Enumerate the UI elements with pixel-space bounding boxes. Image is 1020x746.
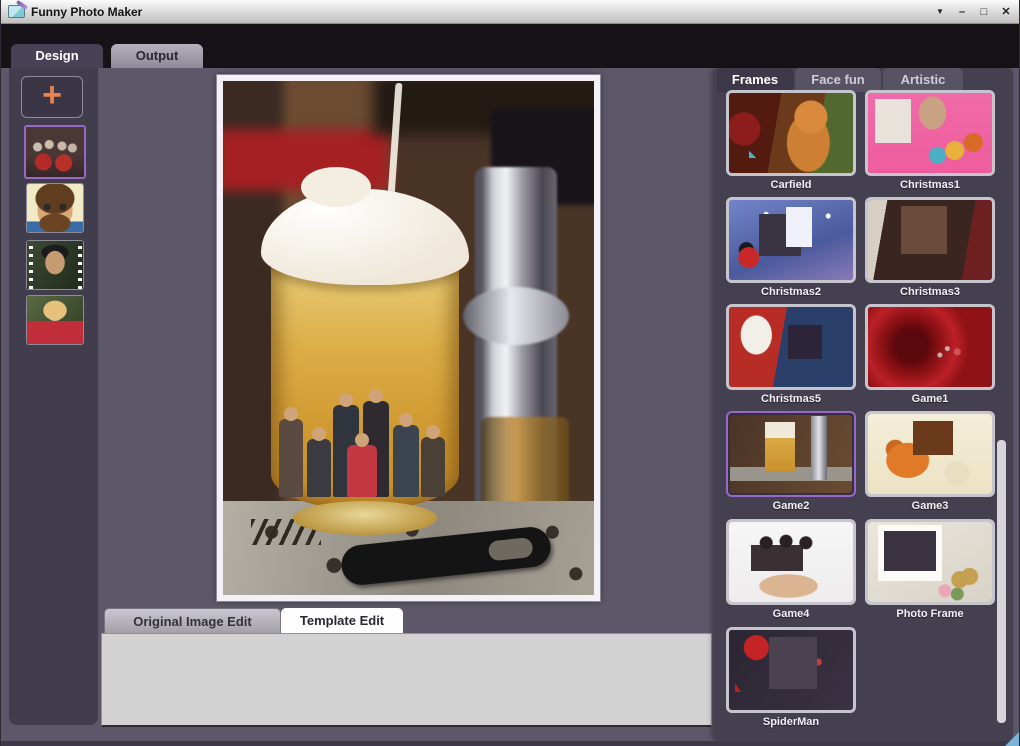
frame-thumbnail-christmas5[interactable]: Christmas5 bbox=[726, 304, 856, 405]
preview-frame bbox=[216, 74, 601, 602]
window-title: Funny Photo Maker bbox=[31, 4, 143, 19]
window-bottom-border bbox=[1, 741, 1019, 746]
frame-label: Christmas1 bbox=[900, 179, 960, 191]
add-photo-button[interactable]: + bbox=[21, 76, 83, 118]
frame-thumbnail-christmas3[interactable]: Christmas3 bbox=[865, 197, 995, 298]
frame-label: Game3 bbox=[911, 500, 949, 512]
sidebar-photo-group[interactable] bbox=[24, 125, 86, 179]
app-window: Funny Photo Maker ▼ – □ ✕ Design Output … bbox=[0, 0, 1020, 746]
sidebar-photo-blonde[interactable] bbox=[26, 295, 84, 345]
tab-output[interactable]: Output bbox=[111, 44, 203, 68]
tab-design[interactable]: Design bbox=[11, 44, 103, 68]
frame-label: Photo Frame bbox=[896, 608, 964, 620]
resize-grip[interactable] bbox=[1005, 732, 1019, 746]
sidebar-photo-avatar[interactable] bbox=[26, 183, 84, 233]
frame-thumbnail-carfield[interactable]: Carfield bbox=[726, 90, 856, 191]
sidebar-photo-filmstrip[interactable] bbox=[26, 240, 84, 290]
photo-thumbnail-image bbox=[27, 241, 83, 289]
photo-sidebar: + bbox=[9, 68, 99, 725]
tab-original-image-edit[interactable]: Original Image Edit bbox=[104, 608, 281, 633]
frame-thumbnail-photo-frame[interactable]: Photo Frame bbox=[865, 519, 995, 620]
preview-photo[interactable] bbox=[223, 81, 594, 595]
close-icon[interactable]: ✕ bbox=[999, 5, 1013, 19]
frame-label: Carfield bbox=[770, 179, 812, 191]
frame-label: SpiderMan bbox=[762, 716, 820, 728]
frame-preview-image bbox=[868, 200, 992, 280]
frame-thumbnail-christmas1[interactable]: Christmas1 bbox=[865, 90, 995, 191]
window-menu-icon[interactable]: ▼ bbox=[933, 5, 947, 19]
frame-preview-image bbox=[868, 93, 992, 173]
frame-thumbnail-game2-selected[interactable]: Game2 bbox=[726, 411, 856, 512]
tab-face-fun[interactable]: Face fun bbox=[795, 68, 881, 92]
frame-preview-image bbox=[868, 522, 992, 602]
frame-thumbnail-game4[interactable]: Game4 bbox=[726, 519, 856, 620]
frame-label: Game4 bbox=[772, 608, 810, 620]
frame-label: Game2 bbox=[772, 500, 810, 512]
frame-preview-image bbox=[729, 307, 853, 387]
tab-frames[interactable]: Frames bbox=[717, 68, 793, 92]
frame-label: Christmas5 bbox=[761, 393, 821, 405]
frame-label: Christmas3 bbox=[900, 286, 960, 298]
beer-tap bbox=[463, 167, 569, 537]
frame-label: Christmas2 bbox=[761, 286, 821, 298]
beer-foam bbox=[261, 167, 469, 285]
frame-preview-image bbox=[868, 307, 992, 387]
frame-preview-image bbox=[729, 630, 853, 710]
maximize-icon[interactable]: □ bbox=[977, 5, 991, 19]
frame-preview-image bbox=[730, 415, 852, 493]
photo-thumbnail-image bbox=[26, 127, 84, 177]
title-bar[interactable]: Funny Photo Maker ▼ – □ ✕ bbox=[1, 0, 1019, 24]
frame-preview-image bbox=[729, 93, 853, 173]
frame-preview-image bbox=[868, 414, 992, 494]
app-icon bbox=[8, 5, 25, 18]
tab-template-edit[interactable]: Template Edit bbox=[281, 608, 403, 633]
frame-thumbnail-spiderman[interactable]: SpiderMan bbox=[726, 627, 856, 728]
template-edit-panel[interactable] bbox=[101, 633, 712, 727]
frames-panel: Frames Face fun Artistic Carfield Christ… bbox=[713, 68, 1013, 741]
glass-base bbox=[293, 501, 437, 535]
frame-thumbnail-game1[interactable]: Game1 bbox=[865, 304, 995, 405]
main-area: + Original Image Edit Template Edit Fram… bbox=[1, 68, 1019, 741]
photo-thumbnail-image bbox=[27, 296, 83, 344]
window-controls: ▼ – □ ✕ bbox=[933, 5, 1013, 19]
minimize-icon[interactable]: – bbox=[955, 5, 969, 19]
frame-label: Game1 bbox=[911, 393, 949, 405]
tab-artistic[interactable]: Artistic bbox=[883, 68, 963, 92]
frames-scrollbar[interactable] bbox=[997, 440, 1006, 723]
frame-thumbnail-christmas2[interactable]: Christmas2 bbox=[726, 197, 856, 298]
frame-preview-image bbox=[729, 522, 853, 602]
frame-preview-image bbox=[729, 200, 853, 280]
people-group bbox=[277, 317, 453, 497]
photo-thumbnail-image bbox=[27, 184, 83, 232]
beer-glass bbox=[261, 83, 469, 541]
frame-thumbnail-game3[interactable]: Game3 bbox=[865, 411, 995, 512]
main-tab-strip: Design Output bbox=[1, 24, 1019, 68]
